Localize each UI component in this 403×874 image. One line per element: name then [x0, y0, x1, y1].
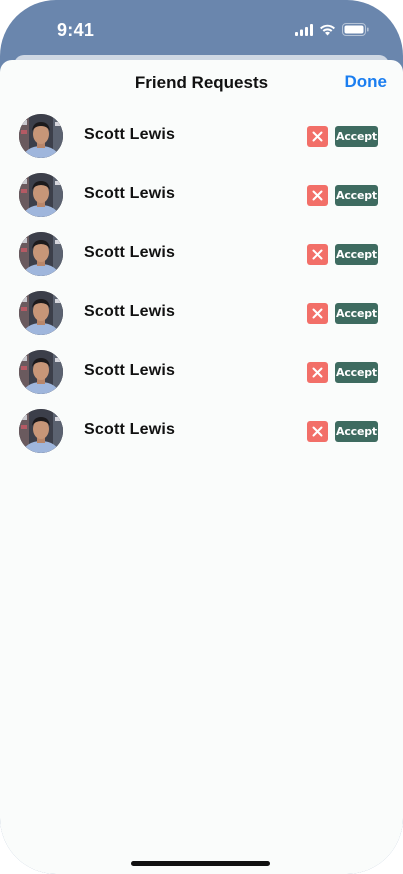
accept-button[interactable]: Accept [335, 126, 378, 147]
requester-name: Scott Lewis [84, 362, 176, 379]
decline-button[interactable] [307, 126, 328, 147]
phone-frame: 9:41 Friend Requests Done Scott Lewis Ac… [0, 0, 403, 874]
avatar [19, 232, 63, 276]
request-row: Scott Lewis Accept [0, 401, 403, 460]
request-row: Scott Lewis Accept [0, 106, 403, 165]
page-title: Friend Requests [134, 73, 269, 92]
avatar [19, 114, 63, 158]
requester-name: Scott Lewis [84, 126, 176, 143]
close-icon [312, 426, 323, 437]
avatar [19, 173, 63, 217]
avatar [19, 409, 63, 453]
signal-icon [295, 23, 313, 41]
avatar [19, 291, 63, 335]
request-row: Scott Lewis Accept [0, 165, 403, 224]
requester-name: Scott Lewis [84, 303, 176, 320]
accept-button[interactable]: Accept [335, 421, 378, 442]
close-icon [312, 367, 323, 378]
friend-requests-sheet: Friend Requests Done Scott Lewis Accept … [0, 60, 403, 874]
home-indicator[interactable] [131, 861, 270, 866]
decline-button[interactable] [307, 185, 328, 206]
decline-button[interactable] [307, 421, 328, 442]
navigation-bar: Friend Requests Done [0, 60, 403, 106]
decline-button[interactable] [307, 362, 328, 383]
close-icon [312, 249, 323, 260]
requester-name: Scott Lewis [84, 421, 176, 438]
request-row: Scott Lewis Accept [0, 342, 403, 401]
request-list: Scott Lewis Accept Scott Lewis Accept Sc… [0, 106, 403, 460]
accept-button[interactable]: Accept [335, 362, 378, 383]
decline-button[interactable] [307, 244, 328, 265]
avatar [19, 350, 63, 394]
status-bar: 9:41 [0, 0, 403, 62]
requester-name: Scott Lewis [84, 185, 176, 202]
battery-icon [342, 23, 369, 41]
close-icon [312, 190, 323, 201]
wifi-icon [319, 23, 336, 41]
close-icon [312, 308, 323, 319]
accept-button[interactable]: Accept [335, 303, 378, 324]
done-button[interactable]: Done [345, 72, 388, 92]
requester-name: Scott Lewis [84, 244, 176, 261]
decline-button[interactable] [307, 303, 328, 324]
accept-button[interactable]: Accept [335, 185, 378, 206]
accept-button[interactable]: Accept [335, 244, 378, 265]
request-row: Scott Lewis Accept [0, 283, 403, 342]
request-row: Scott Lewis Accept [0, 224, 403, 283]
status-icons [295, 23, 369, 41]
close-icon [312, 131, 323, 142]
status-time: 9:41 [57, 20, 95, 40]
